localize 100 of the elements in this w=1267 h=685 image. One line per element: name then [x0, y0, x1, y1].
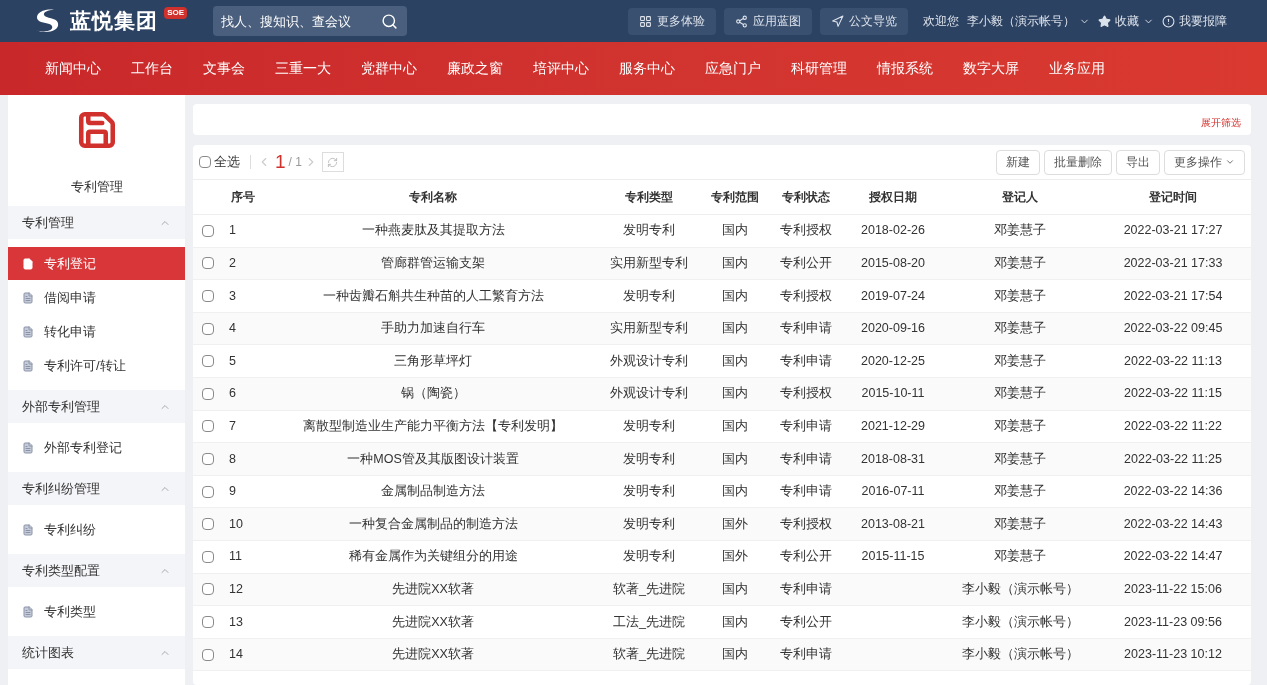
table-cell-text: 专利申请 — [780, 450, 832, 468]
nav-link[interactable]: 业务应用 — [1049, 58, 1105, 79]
table-cell-text: 国外 — [722, 548, 748, 566]
refresh-icon — [327, 156, 339, 168]
nav-link[interactable]: 党群中心 — [361, 58, 417, 79]
toolbar-button[interactable]: 公文导览 — [820, 7, 908, 35]
report-link[interactable]: 我要报障 — [1162, 12, 1227, 30]
document-icon — [22, 291, 34, 304]
checkbox[interactable] — [202, 485, 214, 498]
table-cell-text: 2022-03-22 09:45 — [1123, 320, 1223, 338]
column-header: 序号 — [230, 189, 256, 206]
navigation-icon — [831, 14, 844, 28]
table-cell-text: 国内 — [722, 483, 748, 501]
nav-link[interactable]: 新闻中心 — [45, 58, 101, 79]
table-cell-text: 2023-11-23 09:56 — [1124, 613, 1222, 631]
table-cell-text: 先进院XX软著 — [392, 646, 474, 664]
table-cell-text: 专利申请 — [780, 352, 832, 370]
checkbox[interactable] — [202, 452, 214, 465]
nav-link[interactable]: 三重一大 — [275, 58, 331, 79]
table-cell-text: 发明专利 — [623, 222, 675, 240]
table-cell-text: 2022-03-22 11:22 — [1124, 418, 1222, 435]
document-icon — [22, 257, 34, 270]
user-menu[interactable]: 李小毅（演示帐号） — [967, 12, 1090, 30]
toolbar-button[interactable]: 更多体验 — [628, 7, 716, 35]
sidebar-item[interactable]: 专利登记 — [8, 247, 185, 280]
checkbox[interactable] — [202, 224, 214, 237]
table-cell-text: 国内 — [722, 450, 748, 468]
nav-link[interactable]: 培评中心 — [533, 58, 589, 79]
table-cell-text: 13 — [229, 613, 243, 631]
table-cell-text: 2022-03-21 17:54 — [1123, 287, 1223, 305]
table-cell-text: 专利申请 — [780, 320, 832, 338]
document-icon — [22, 441, 34, 454]
table-cell-text: 邓姜慧子 — [994, 320, 1046, 338]
table-cell-text: 9 — [229, 483, 236, 501]
favorites-menu[interactable]: 收藏 — [1098, 12, 1154, 30]
table-cell-text: 2 — [229, 255, 236, 272]
table-cell-text: 离散型制造业生产能力平衡方法【专利发明】 — [303, 418, 563, 435]
nav-link[interactable]: 数字大屏 — [963, 58, 1019, 79]
checkbox[interactable] — [202, 648, 214, 661]
sidebar-group[interactable]: 专利类型配置 — [8, 554, 185, 587]
table-cell-text: 国内 — [722, 255, 748, 272]
sidebar-group[interactable]: 专利纠纷管理 — [8, 472, 185, 505]
table-cell-text: 外观设计专利 — [610, 352, 688, 370]
select-all-checkbox[interactable]: 全选 — [199, 152, 240, 172]
total-pages: / 1 — [288, 154, 302, 171]
sidebar-group[interactable]: 外部专利管理 — [8, 390, 185, 423]
table-cell-text: 12 — [229, 580, 243, 598]
nav-link[interactable]: 廉政之窗 — [447, 58, 503, 79]
checkbox[interactable] — [199, 156, 211, 168]
expand-filter-link[interactable]: 展开筛选 — [1201, 115, 1241, 130]
sidebar-group[interactable]: 统计图表 — [8, 636, 185, 669]
nav-link[interactable]: 应急门户 — [705, 58, 761, 79]
table-cell-text: 发明专利 — [623, 450, 675, 468]
table-cell-text: 一种MOS管及其版图设计装置 — [347, 450, 519, 468]
nav-link[interactable]: 情报系统 — [877, 58, 933, 79]
table-cell-text: 软著_先进院 — [613, 580, 685, 598]
table-cell-text: 2023-11-22 15:06 — [1124, 580, 1222, 598]
action-button[interactable]: 更多操作 — [1164, 149, 1245, 175]
sidebar-title: 专利管理 — [70, 177, 123, 196]
action-button[interactable]: 导出 — [1116, 149, 1160, 175]
table-cell-text: 2022-03-22 11:25 — [1124, 450, 1222, 468]
checkbox[interactable] — [202, 290, 214, 302]
table-cell-text: 国内 — [722, 580, 748, 598]
action-button[interactable]: 新建 — [996, 149, 1040, 175]
table-cell-text: 实用新型专利 — [610, 320, 688, 338]
checkbox[interactable] — [202, 355, 214, 368]
table-cell-text: 邓姜慧子 — [994, 548, 1046, 566]
nav-link[interactable]: 科研管理 — [791, 58, 847, 79]
search-field[interactable]: 找人、搜知识、查会议 — [213, 6, 408, 36]
checkbox[interactable] — [202, 420, 214, 433]
table-cell-text: 国内 — [722, 385, 748, 403]
table-cell-text: 2020-09-16 — [861, 320, 925, 338]
table-cell-text: 专利公开 — [780, 613, 832, 631]
table-cell-text: 管廊群管运输支架 — [381, 255, 485, 272]
table-cell-text: 邓姜慧子 — [994, 450, 1046, 468]
checkbox[interactable] — [202, 615, 214, 628]
checkbox[interactable] — [202, 322, 214, 335]
table-cell-text: 专利授权 — [780, 385, 832, 403]
nav-link[interactable]: 文事会 — [203, 58, 245, 79]
toolbar-button[interactable]: 应用蓝图 — [724, 7, 812, 35]
nav-link[interactable]: 服务中心 — [619, 58, 675, 79]
table-cell-text: 2015-10-11 — [861, 385, 925, 403]
share-icon — [735, 14, 748, 28]
sidebar-group[interactable]: 专利管理 — [8, 206, 185, 239]
action-button[interactable]: 批量删除 — [1044, 149, 1112, 175]
table-cell-text: 外观设计专利 — [610, 385, 688, 403]
column-header: 专利状态 — [781, 189, 831, 206]
table-cell-text: 2015-11-15 — [861, 548, 925, 566]
checkbox[interactable] — [202, 518, 214, 531]
checkbox[interactable] — [202, 550, 214, 563]
brand-badge: SOE — [164, 7, 188, 19]
table-cell-text: 工法_先进院 — [613, 613, 685, 631]
nav-link[interactable]: 工作台 — [131, 58, 173, 79]
checkbox[interactable] — [202, 583, 214, 596]
table-cell-text: 专利申请 — [780, 580, 832, 598]
checkbox[interactable] — [202, 387, 214, 400]
table-cell-text: 国内 — [722, 287, 748, 305]
table-cell-text: 国内 — [722, 418, 748, 435]
table-cell-text: 2020-12-25 — [861, 352, 925, 370]
checkbox[interactable] — [202, 257, 214, 270]
